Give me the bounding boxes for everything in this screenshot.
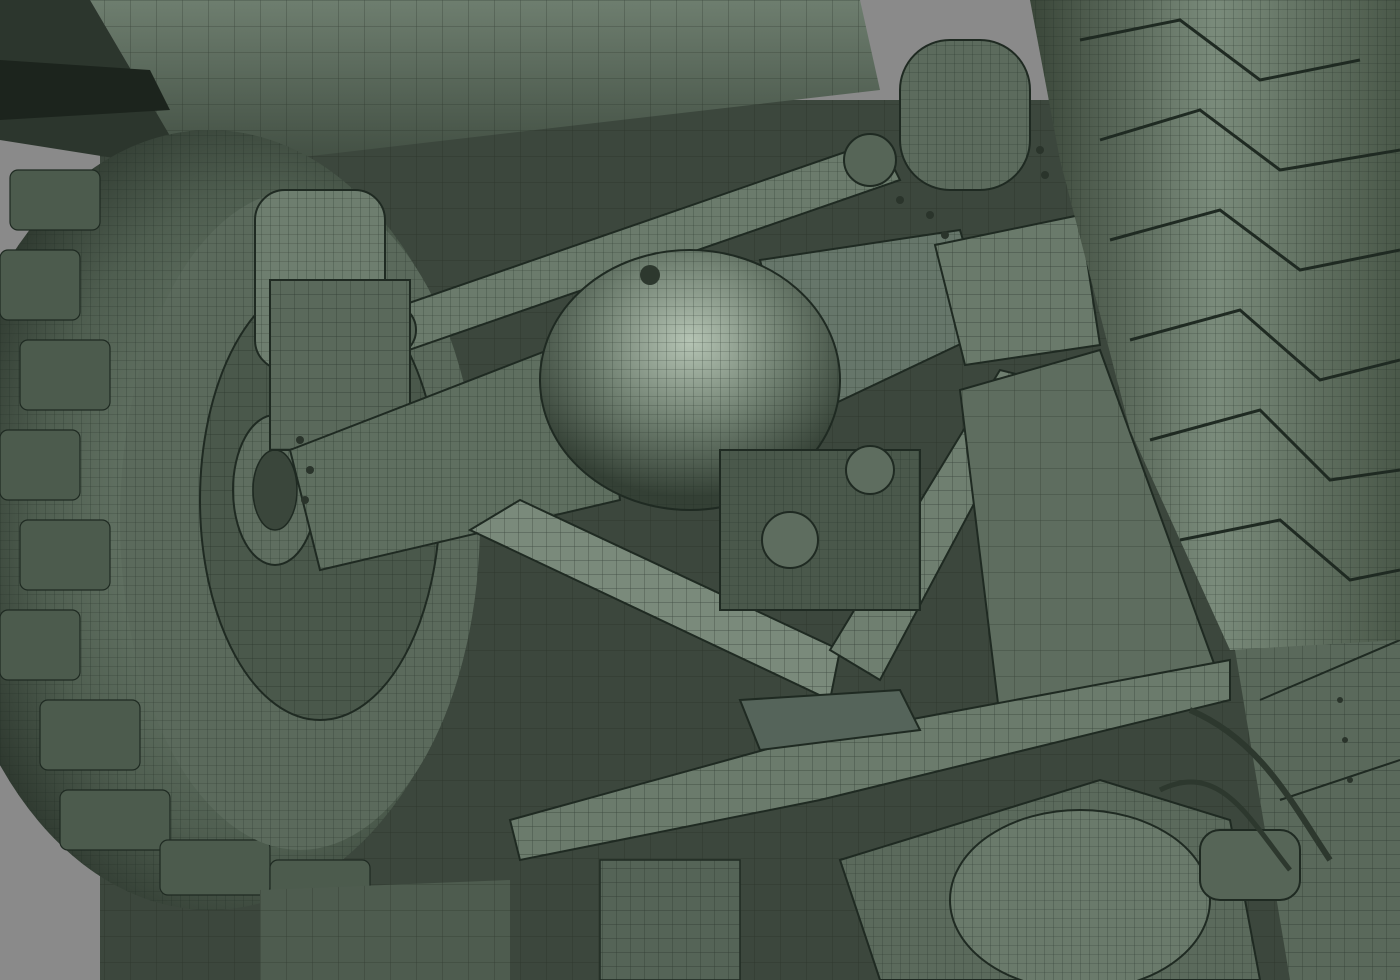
wireframe-render bbox=[0, 0, 1400, 980]
3d-viewport[interactable] bbox=[0, 0, 1400, 980]
inner-gearbox bbox=[719, 445, 921, 611]
